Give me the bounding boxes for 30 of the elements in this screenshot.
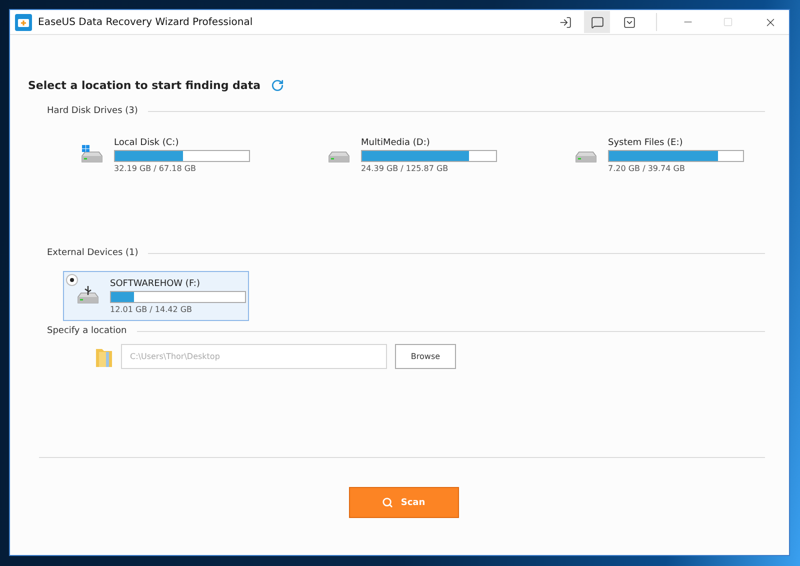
drive-name: MultiMedia (D:)	[361, 138, 431, 148]
location-field[interactable]: C:\Users\Thor\Desktop	[121, 344, 387, 369]
section-title: External Devices (1)	[47, 248, 138, 258]
radio-button[interactable]	[66, 274, 78, 286]
windows-drive-icon	[80, 145, 104, 165]
drive-name: Local Disk (C:)	[114, 138, 180, 148]
drive-card[interactable]: SOFTWAREHOW (F:) 12.01 GB / 14.42 GB	[63, 271, 249, 321]
drive-size: 12.01 GB / 14.42 GB	[110, 304, 194, 314]
dropdown-icon	[622, 16, 636, 28]
speech-bubble-icon	[590, 16, 604, 28]
drive-card[interactable]: Local Disk (C:) 32.19 GB / 67.18 GB	[71, 130, 251, 180]
drive-name: SOFTWAREHOW (F:)	[110, 278, 201, 288]
feedback-button[interactable]	[584, 11, 610, 33]
drive-card[interactable]: MultiMedia (D:) 24.39 GB / 125.87 GB	[318, 130, 498, 180]
section-title: Hard Disk Drives (3)	[47, 106, 138, 116]
browse-button[interactable]: Browse	[395, 344, 456, 369]
sign-in-icon	[558, 16, 572, 28]
search-icon	[382, 497, 393, 508]
app-logo-icon	[15, 14, 32, 30]
page-heading: Select a location to start finding data	[28, 79, 261, 92]
drive-name: System Files (E:)	[608, 138, 684, 148]
drive-size: 24.39 GB / 125.87 GB	[361, 164, 450, 172]
refresh-icon[interactable]	[270, 79, 284, 92]
usb-drive-icon	[76, 286, 100, 306]
drive-size: 7.20 GB / 39.74 GB	[608, 164, 686, 172]
drive-card[interactable]: System Files (E:) 7.20 GB / 39.74 GB	[565, 130, 745, 180]
window-title: EaseUS Data Recovery Wizard Professional	[38, 16, 254, 28]
maximize-icon	[723, 17, 733, 27]
drive-size: 32.19 GB / 67.18 GB	[114, 164, 198, 172]
section-title: Specify a location	[47, 326, 127, 336]
